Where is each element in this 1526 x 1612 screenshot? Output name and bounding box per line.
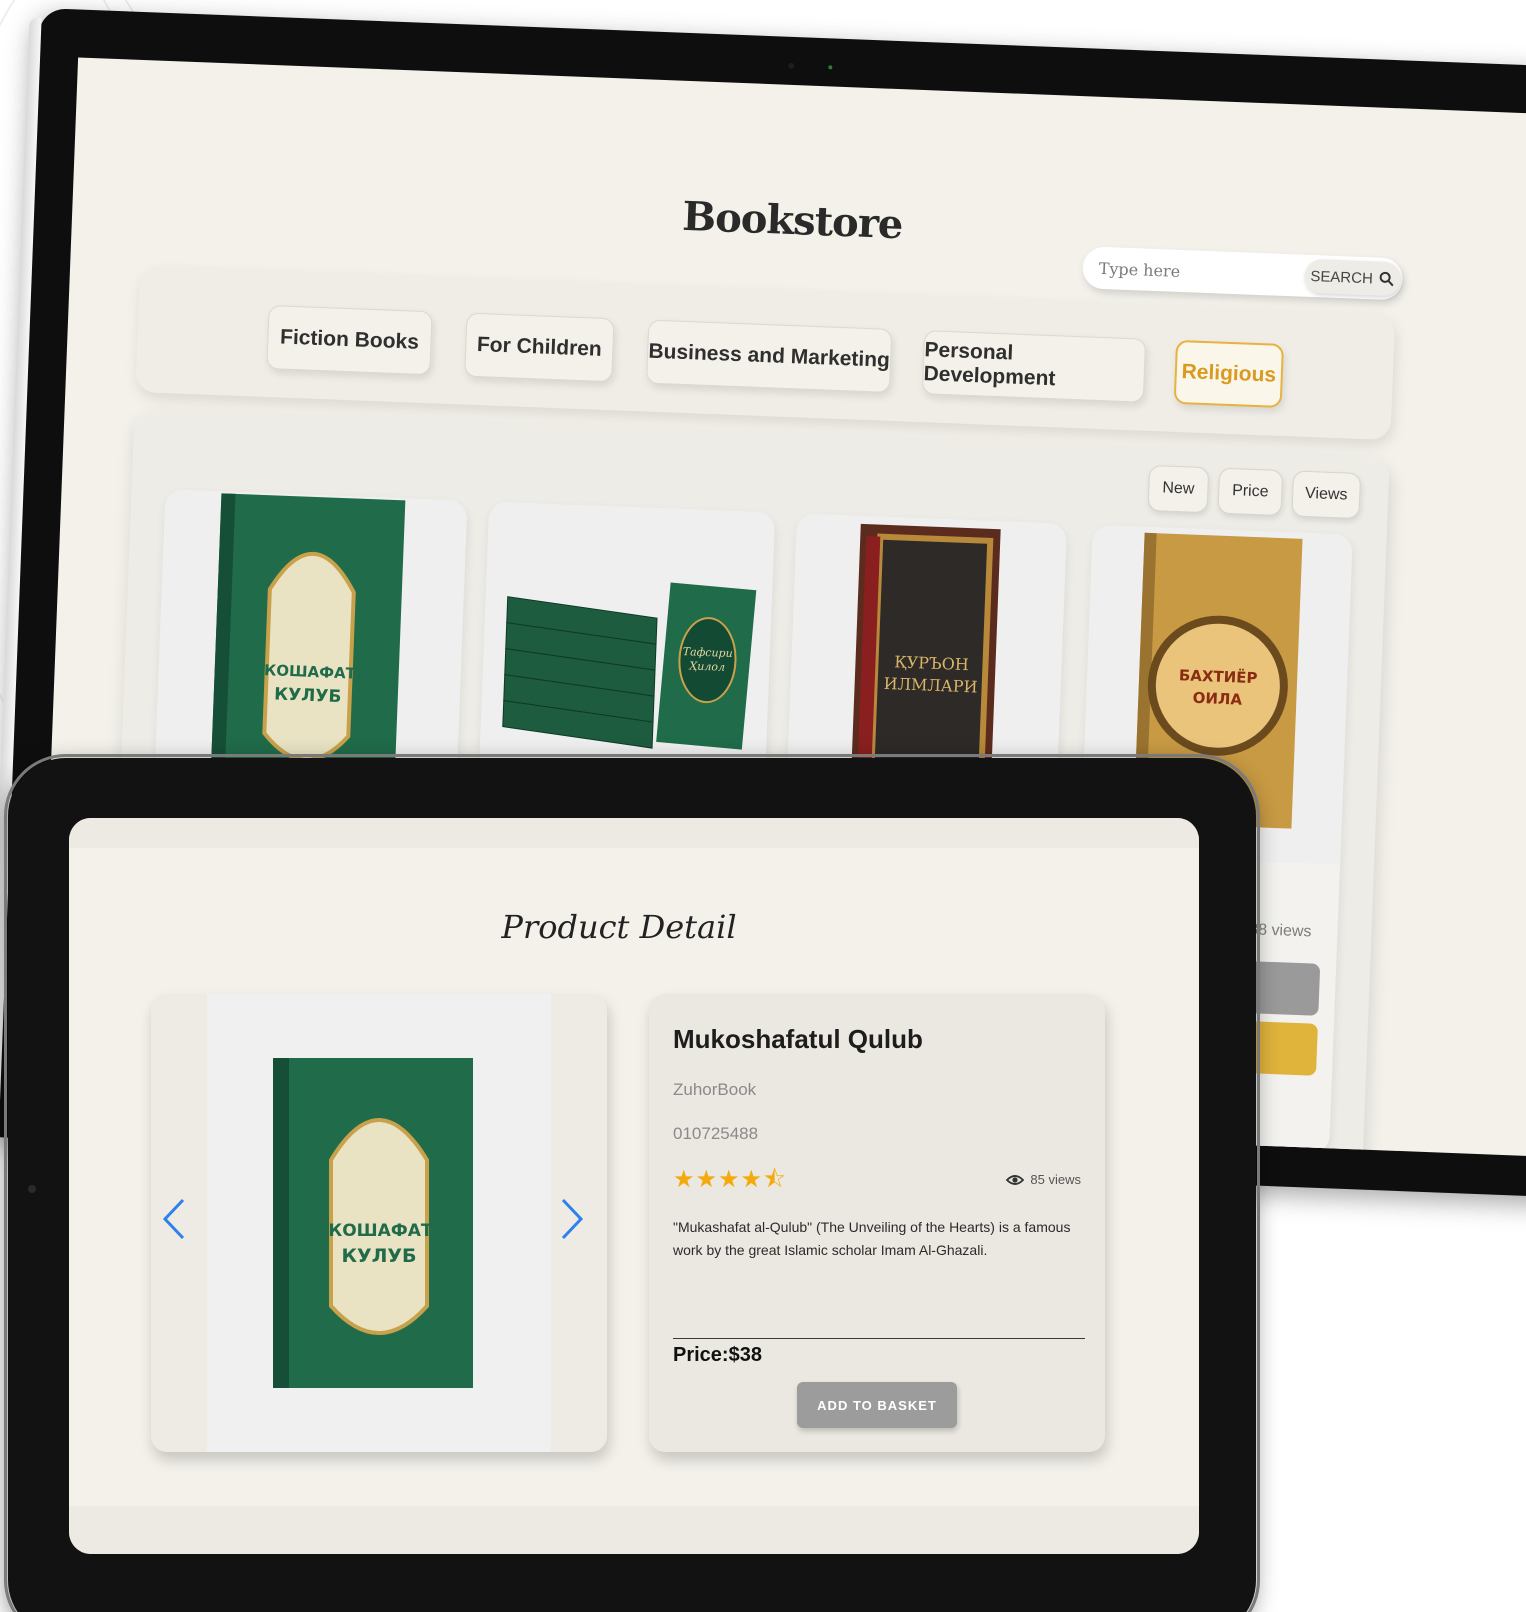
product-views-count: 85 views [1030, 1172, 1081, 1187]
product-info-card: Mukoshafatul Qulub ZuhorBook 010725488 ★… [649, 994, 1105, 1452]
search-button[interactable]: SEARCH [1304, 258, 1402, 297]
tablet-device: Product Detail МУКОШАФАТУЛ КУЛУБ Mukosha… [4, 754, 1260, 1612]
cover-title-line2: КУЛУБ [341, 1245, 416, 1267]
sort-views-button[interactable]: Views [1291, 470, 1362, 520]
page-title: Bookstore [681, 192, 904, 249]
cover-title-line2: ИЛМЛАРИ [883, 674, 978, 697]
tablet-footer-bar [69, 1506, 1199, 1554]
product-publisher: ZuhorBook [673, 1080, 757, 1099]
camera-icon [788, 62, 795, 69]
search-icon [1379, 271, 1394, 287]
cover-title-line2: Ҳилол [688, 659, 725, 673]
chevron-right-icon[interactable] [557, 1194, 587, 1244]
camera-led-icon [828, 65, 833, 70]
cover-title-line1: Тафсири [683, 645, 733, 660]
product-description: "Mukashafat al-Qulub" (The Unveiling of … [673, 1219, 1071, 1258]
search-input[interactable] [1098, 257, 1290, 286]
product-views: 85 views [1006, 1172, 1081, 1187]
cover-title-line1: БАХТИЁР [1179, 665, 1258, 687]
divider [673, 1338, 1085, 1339]
eye-icon [1006, 1174, 1025, 1185]
product-image-carousel: МУКОШАФАТУЛ КУЛУБ [151, 994, 607, 1452]
chevron-left-icon[interactable] [159, 1194, 189, 1244]
sort-price-button[interactable]: Price [1217, 467, 1284, 517]
tablet-header-bar [69, 818, 1199, 848]
product-image: МУКОШАФАТУЛ КУЛУБ [207, 994, 551, 1452]
tablet-screen: Product Detail МУКОШАФАТУЛ КУЛУБ Mukosha… [69, 818, 1199, 1554]
category-religious[interactable]: Religious [1173, 339, 1285, 408]
category-for-children[interactable]: For Children [464, 312, 615, 383]
category-fiction-books[interactable]: Fiction Books [266, 305, 433, 376]
mockup-stage: Bookstore SEARCH Fiction Books For Child… [0, 0, 1526, 1612]
camera-icon [28, 1185, 36, 1193]
cover-title-line2: ОИЛА [1192, 689, 1242, 709]
cover-title-line1: ҚУРЪОН [894, 652, 969, 674]
star-rating: ★★★★⯪ [673, 1166, 787, 1193]
cover-title-line1: МУКОШАФАТУЛ [298, 1221, 459, 1241]
product-detail-title: Product Detail [501, 908, 737, 946]
product-code: 010725488 [673, 1124, 759, 1143]
search-bar: SEARCH [1082, 246, 1404, 301]
product-name: Mukoshafatul Qulub [673, 1024, 923, 1054]
sort-new-button[interactable]: New [1147, 464, 1210, 514]
category-business-marketing[interactable]: Business and Marketing [646, 319, 893, 393]
add-to-basket-button[interactable]: ADD TO BASKET [797, 1382, 957, 1428]
cover-title-line2: КУЛУБ [274, 685, 342, 708]
search-button-label: SEARCH [1310, 267, 1374, 287]
product-price: Price:$38 [673, 1344, 762, 1366]
category-personal-development[interactable]: Personal Development [921, 330, 1147, 403]
book-cover-image: МУКОШАФАТУЛ КУЛУБ [273, 1058, 473, 1388]
